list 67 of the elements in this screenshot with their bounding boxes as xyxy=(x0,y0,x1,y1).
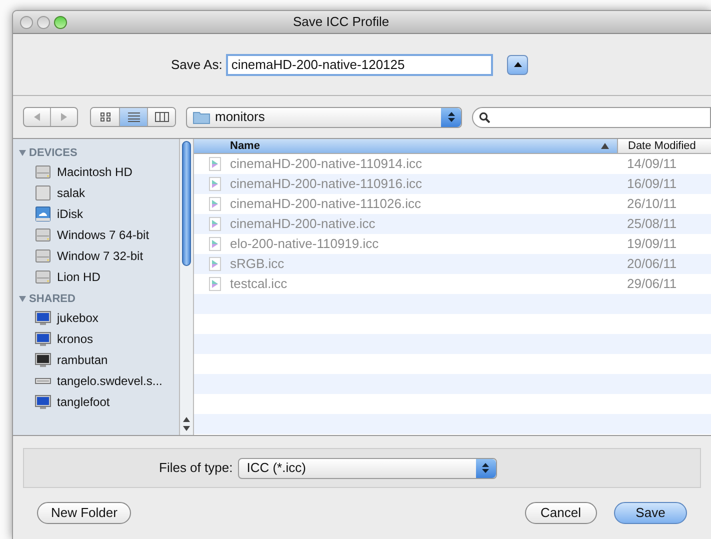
sidebar-item[interactable]: tanglefoot xyxy=(13,391,179,412)
monitor-icon xyxy=(35,310,51,326)
view-mode-button[interactable] xyxy=(91,108,119,126)
file-icon xyxy=(209,157,221,171)
dialog-button[interactable]: New Folder xyxy=(37,502,132,524)
sidebar-item[interactable]: Windows 7 64-bit xyxy=(13,224,179,245)
folder-icon xyxy=(193,110,210,124)
window-title: Save ICC Profile xyxy=(293,13,390,32)
sidebar-item[interactable]: jukebox xyxy=(13,307,179,328)
scroll-thumb[interactable] xyxy=(182,141,191,266)
view-mode-button[interactable] xyxy=(119,108,147,126)
sidebar-heading: DEVICES xyxy=(29,146,78,161)
sidebar-item[interactable]: iDisk xyxy=(13,203,179,224)
hard-drive-icon xyxy=(35,164,51,180)
save-as-field[interactable]: cinemaHD-200-native-120125 xyxy=(226,54,494,76)
column-header[interactable]: Date Modified xyxy=(617,139,711,153)
hard-drive-icon xyxy=(35,268,51,284)
zoom-button[interactable] xyxy=(54,16,67,28)
sidebar-item[interactable]: kronos xyxy=(13,328,179,349)
disclosure-triangle-icon[interactable] xyxy=(19,150,26,156)
minimize-button[interactable] xyxy=(37,16,50,28)
scroll-up-icon[interactable] xyxy=(183,417,190,422)
scrollbar[interactable] xyxy=(179,139,194,435)
location-popup[interactable]: monitors xyxy=(186,106,462,128)
sidebar-item[interactable]: salak xyxy=(13,182,179,203)
sidebar-item[interactable]: Lion HD xyxy=(13,266,179,287)
monitor-icon xyxy=(35,330,51,346)
view-mode-button[interactable] xyxy=(147,108,175,126)
sidebar-item[interactable]: rambutan xyxy=(13,349,179,370)
file-icon xyxy=(209,237,221,251)
back-forward-buttons[interactable] xyxy=(23,107,78,127)
scroll-down-icon[interactable] xyxy=(183,426,190,431)
monitor-icon xyxy=(35,352,51,368)
columns-icon xyxy=(154,112,168,122)
file-icon xyxy=(209,217,221,231)
sort-arrow-icon xyxy=(601,143,609,149)
hard-drive-icon xyxy=(35,226,51,242)
grid-icon xyxy=(100,112,110,122)
file-icon xyxy=(209,257,221,271)
back-icon xyxy=(34,113,40,121)
triangle-up-icon xyxy=(514,62,522,67)
file-icon xyxy=(209,177,221,191)
close-button[interactable] xyxy=(20,16,33,28)
popup-arrows-icon xyxy=(476,458,496,478)
disclosure-triangle-icon[interactable] xyxy=(19,296,26,302)
sidebar-item[interactable]: Window 7 32-bit xyxy=(13,245,179,266)
dialog-button[interactable]: Cancel xyxy=(524,502,597,524)
popup-arrows-icon xyxy=(441,108,461,126)
forward-icon xyxy=(61,113,67,121)
hard-drive-icon xyxy=(35,248,51,264)
search-icon xyxy=(479,112,490,122)
file-icon xyxy=(209,277,221,291)
sidebar-heading: SHARED xyxy=(29,292,76,307)
list-icon xyxy=(128,112,140,122)
file-type-popup[interactable]: ICC (*.icc) xyxy=(238,458,497,478)
computer-icon xyxy=(35,184,51,200)
column-header[interactable]: Name xyxy=(194,139,617,153)
expand-button[interactable] xyxy=(507,54,528,74)
location-value: monitors xyxy=(215,108,266,126)
sidebar-item[interactable]: Macintosh HD xyxy=(13,161,179,182)
dialog-button[interactable]: Save xyxy=(614,502,687,524)
sidebar-item[interactable]: tangelo.swdevel.s... xyxy=(13,370,179,391)
file-icon xyxy=(209,197,221,211)
save-as-label: Save As: xyxy=(171,56,222,74)
file-type-label: Files of type: xyxy=(159,459,233,478)
search-field[interactable] xyxy=(472,106,711,128)
monitor-icon xyxy=(35,394,51,410)
